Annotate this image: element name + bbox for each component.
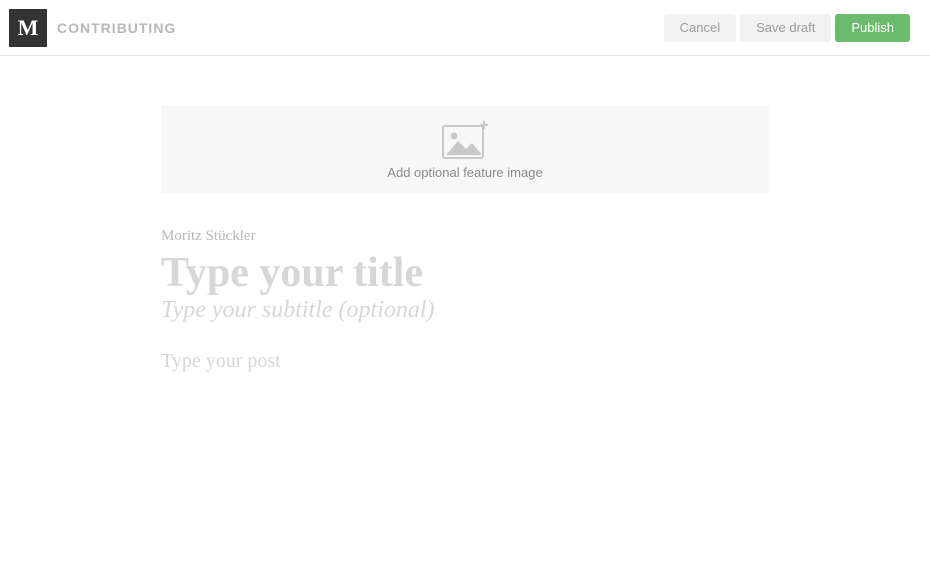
subtitle-input[interactable] bbox=[161, 297, 769, 324]
body-input[interactable] bbox=[161, 350, 769, 442]
context-label: CONTRIBUTING bbox=[57, 20, 176, 36]
header-bar: M CONTRIBUTING Cancel Save draft Publish bbox=[0, 0, 930, 56]
header-actions: Cancel Save draft Publish bbox=[664, 14, 910, 42]
app-logo[interactable]: M bbox=[9, 9, 47, 47]
title-input[interactable] bbox=[161, 249, 769, 297]
app-logo-text: M bbox=[18, 15, 39, 41]
image-add-icon bbox=[442, 121, 488, 159]
save-draft-button[interactable]: Save draft bbox=[740, 14, 831, 42]
author-name: Moritz Stückler bbox=[161, 228, 769, 245]
feature-image-dropzone[interactable]: Add optional feature image bbox=[161, 106, 769, 194]
feature-image-label: Add optional feature image bbox=[387, 165, 542, 180]
editor-column: Add optional feature image Moritz Stückl… bbox=[161, 106, 769, 447]
publish-button[interactable]: Publish bbox=[835, 14, 910, 42]
header-left: M CONTRIBUTING bbox=[9, 9, 176, 47]
cancel-button[interactable]: Cancel bbox=[664, 14, 736, 42]
